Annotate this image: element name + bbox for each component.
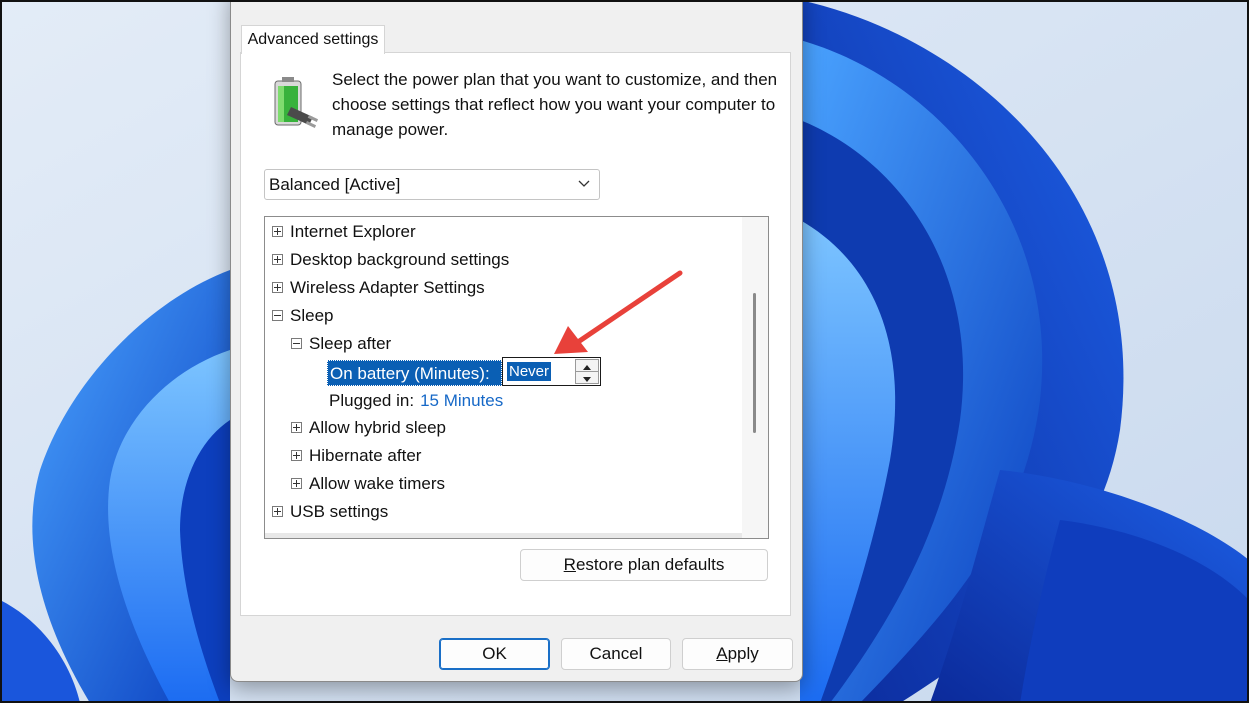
tab-advanced-settings[interactable]: Advanced settings [241, 25, 385, 54]
plugged-in-setting[interactable]: Plugged in: 15 Minutes [329, 387, 503, 415]
chevron-down-icon [578, 180, 590, 187]
scrollbar-thumb[interactable] [753, 293, 756, 433]
cancel-button[interactable]: Cancel [561, 638, 671, 670]
expand-icon[interactable] [272, 506, 283, 517]
annotation-arrow [554, 270, 683, 354]
power-plan-select[interactable]: Balanced [Active] [264, 169, 600, 200]
expand-icon[interactable] [272, 254, 283, 265]
tree-horizontal-scrollbar[interactable] [265, 533, 742, 538]
intro-text: Select the power plan that you want to c… [332, 70, 778, 139]
power-plan-select-value: Balanced [Active] [269, 175, 401, 194]
collapse-icon[interactable] [291, 338, 302, 349]
expand-icon[interactable] [272, 282, 283, 293]
advanced-settings-panel: Select the power plan that you want to c… [240, 52, 791, 616]
expand-icon[interactable] [291, 478, 302, 489]
expand-icon[interactable] [291, 450, 302, 461]
plugged-in-label: Plugged in: [329, 391, 415, 410]
power-options-dialog: Advanced settings Select the power plan … [230, 0, 803, 682]
on-battery-label[interactable]: On battery (Minutes): [327, 360, 502, 386]
settings-tree[interactable]: Internet Explorer Desktop background set… [264, 216, 769, 539]
spin-down-icon[interactable] [575, 371, 599, 384]
tree-vertical-scrollbar[interactable] [742, 217, 768, 538]
ok-button[interactable]: OK [439, 638, 550, 670]
expand-icon[interactable] [272, 226, 283, 237]
apply-button[interactable]: Apply [682, 638, 793, 670]
collapse-icon[interactable] [272, 310, 283, 321]
power-plan-battery-icon [274, 77, 319, 128]
plugged-in-value-link[interactable]: 15 Minutes [420, 391, 503, 410]
expand-icon[interactable] [291, 422, 302, 433]
restore-plan-defaults-button[interactable]: Restore plan defaults [520, 549, 768, 581]
